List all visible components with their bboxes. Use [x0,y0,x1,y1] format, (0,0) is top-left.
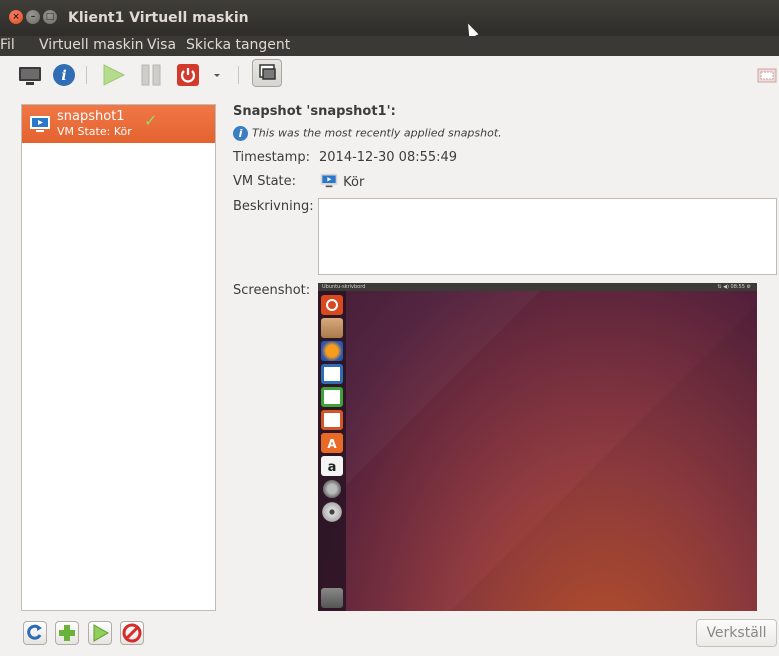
trash-icon [321,588,343,608]
fullscreen-icon[interactable] [756,62,778,88]
settings-icon [321,479,343,499]
preview-topbar: Ubuntu-skrivbord ⇅ ◀) 08:55 ⚙ [318,283,757,291]
restore-snapshot-button[interactable] [88,621,112,645]
menu-fil[interactable]: Fil [0,37,15,53]
description-field[interactable] [318,198,777,275]
screenshot-preview: Ubuntu-skrivbord ⇅ ◀) 08:55 ⚙ A a [318,283,757,611]
refresh-icon [27,624,42,640]
restore-icon [93,624,110,642]
close-button[interactable]: × [9,10,23,24]
apply-button[interactable]: Verkställ [696,619,777,647]
checkmark-icon: ✓ [144,111,158,130]
timestamp-label: Timestamp: [233,150,310,165]
snapshot-state: VM State: Kör [57,125,132,138]
play-icon[interactable] [99,62,127,88]
snapshot-list[interactable]: snapshot1 VM State: Kör ✓ [21,104,216,611]
vm-monitor-icon [29,115,51,137]
snapshot-name: snapshot1 [57,109,125,124]
impress-icon [321,410,343,430]
dvd-icon [321,502,343,522]
timestamp-value: 2014-12-30 08:55:49 [319,150,458,165]
menu-skicka-tangent[interactable]: Skicka tangent [186,37,290,53]
toolbar: i [0,56,779,94]
maximize-button[interactable]: □ [43,10,57,24]
firefox-icon [321,341,343,361]
dropdown-arrow-icon[interactable] [210,62,224,88]
svg-text:i: i [61,68,66,84]
ubuntu-dash-icon [321,295,343,315]
software-center-icon: A [321,433,343,453]
preview-topbar-label: Ubuntu-skrivbord [322,284,366,290]
info-text: This was the most recently applied snaps… [252,126,502,140]
info-message: i This was the most recently applied snap… [233,126,502,141]
power-icon[interactable] [174,62,202,88]
monitor-icon[interactable] [16,62,44,88]
vm-state-text: Kör [343,175,365,190]
toolbar-separator [86,66,87,84]
description-label: Beskrivning: [233,199,314,214]
pause-icon[interactable] [138,62,166,88]
preview-topbar-indicators: ⇅ ◀) 08:55 ⚙ [717,284,751,290]
add-snapshot-button[interactable] [55,621,79,645]
vm-running-icon [320,173,338,188]
window-title: Klient1 Virtuell maskin [68,10,249,26]
files-icon [321,318,343,338]
add-icon [59,625,75,641]
snapshot-item[interactable]: snapshot1 VM State: Kör ✓ [22,105,215,143]
vm-state-value: Kör [319,173,364,190]
preview-launcher: A a [318,291,346,611]
snapshot-manager-icon[interactable] [252,59,282,87]
title-bar: × – □ Klient1 Virtuell maskin [0,0,779,39]
minimize-button[interactable]: – [26,10,40,24]
info-icon[interactable]: i [50,62,78,88]
refresh-button[interactable] [23,621,47,645]
menu-virtuell-maskin[interactable]: Virtuell maskin [39,37,144,53]
delete-snapshot-button[interactable] [120,621,144,645]
toolbar-separator [238,66,239,84]
menu-visa[interactable]: Visa [147,37,176,53]
info-icon: i [233,126,248,141]
svg-text:a: a [328,460,337,475]
menu-bar: Fil Virtuell maskin Visa Skicka tangent [0,36,779,56]
screenshot-label: Screenshot: [233,283,311,298]
svg-text:A: A [327,437,337,451]
amazon-icon: a [321,456,343,476]
writer-icon [321,364,343,384]
snapshot-details-title: Snapshot 'snapshot1': [233,104,396,119]
calc-icon [321,387,343,407]
vm-state-label: VM State: [233,174,297,189]
delete-icon [122,623,142,643]
